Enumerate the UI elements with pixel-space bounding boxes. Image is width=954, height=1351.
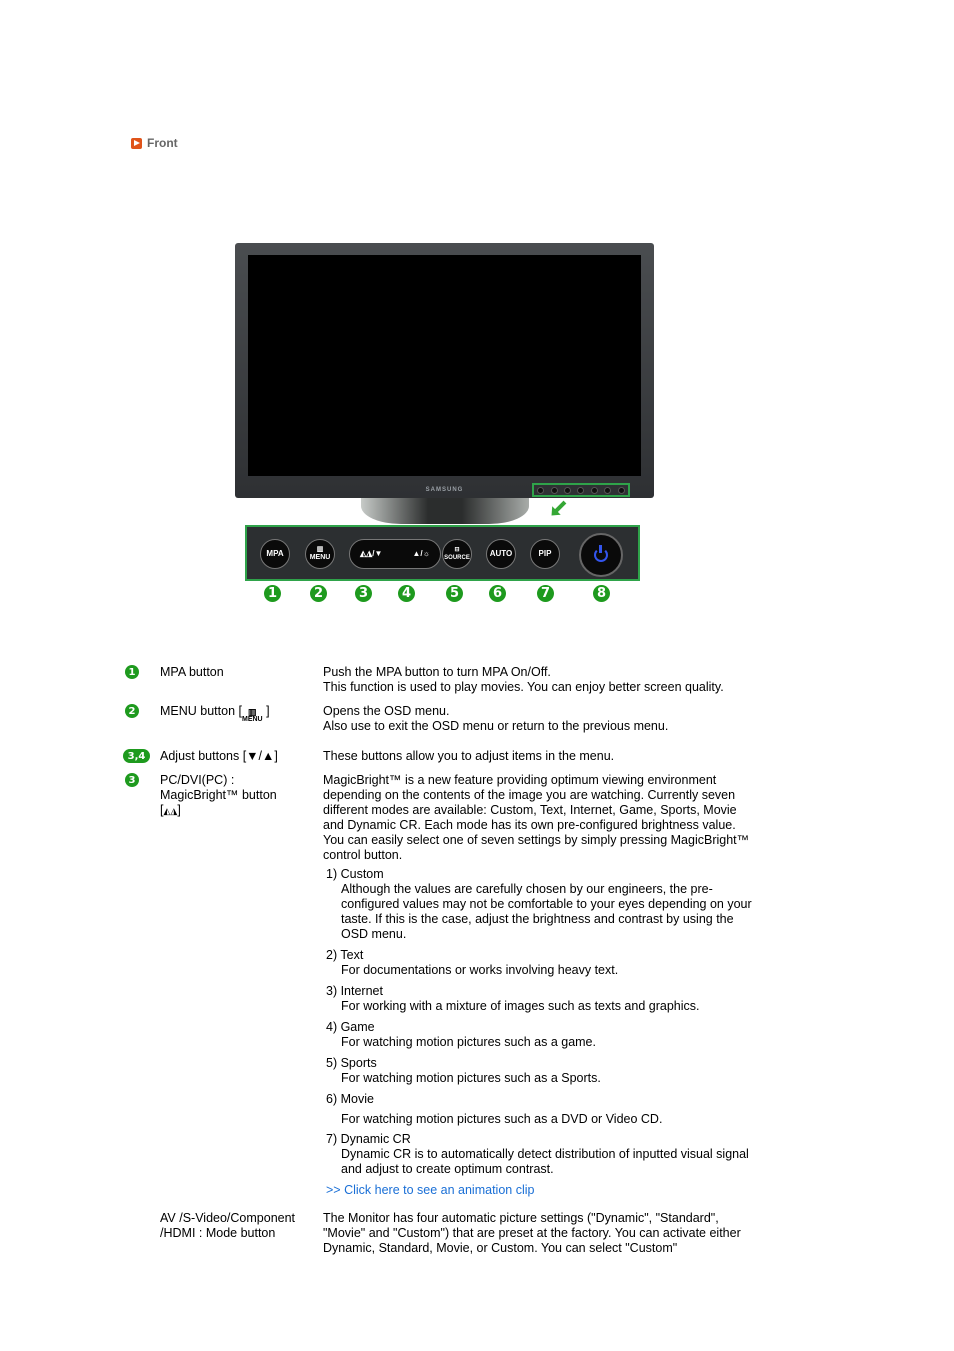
animation-clip-link[interactable]: >> Click here to see an animation clip <box>323 1183 758 1198</box>
mode-item: 5) Sports For watching motion pictures su… <box>326 1056 601 1085</box>
item-description: The Monitor has four automatic picture s… <box>323 1211 741 1255</box>
mode-item: 4) Game For watching motion pictures such… <box>326 1020 596 1049</box>
power-icon <box>594 545 608 562</box>
item-term: MPA button <box>160 665 224 679</box>
control-panel-closeup: MPA ▥ MENU ◭◮/▼ ▲/☼ ⊟ SOURCE AUTO PIP <box>245 525 640 581</box>
section-heading: Front <box>131 136 178 150</box>
adjust-button-image: ◭◮/▼ ▲/☼ <box>349 539 441 569</box>
item-description: MagicBright™ is a new feature providing … <box>323 773 758 1198</box>
menu-icon: ▥ MENU <box>241 707 263 724</box>
callout-number: 6 <box>489 585 506 602</box>
callout-number: 3 <box>355 585 372 602</box>
mode-item: 7) Dynamic CR Dynamic CR is to automatica… <box>326 1132 749 1176</box>
monitor-stand <box>361 498 529 524</box>
callout-number: 4 <box>398 585 415 602</box>
mode-item: 3) Internet For working with a mixture of… <box>326 984 700 1013</box>
zoom-arrow-icon <box>553 500 567 514</box>
callout-number: 5 <box>446 585 463 602</box>
menu-icon: ▥ <box>316 546 324 553</box>
up-brightness-icon: ▲/☼ <box>412 549 430 558</box>
auto-button-image: AUTO <box>486 539 516 569</box>
item-term: MENU button [▥ MENU ] <box>160 704 270 724</box>
play-arrow-icon <box>131 137 142 149</box>
magicbright-icon: ◭◮ <box>163 806 178 816</box>
power-button-image <box>579 533 623 577</box>
mode-item: 1) Custom Although the values are careful… <box>326 867 752 941</box>
number-badge: 1 <box>125 665 139 679</box>
callout-number: 7 <box>537 585 554 602</box>
mode-item: 6) Movie For watching motion pictures suc… <box>326 1092 663 1126</box>
number-badge: 3 <box>125 773 139 787</box>
item-description: Opens the OSD menu. Also use to exit the… <box>323 704 669 733</box>
magicbright-down-icon: ◭◮/▼ <box>360 549 383 558</box>
item-description: These buttons allow you to adjust items … <box>323 749 615 763</box>
callout-number: 2 <box>310 585 327 602</box>
monitor-front-image: SAMSUNG <box>235 243 654 498</box>
mode-item: 2) Text For documentations or works invol… <box>326 948 619 977</box>
section-title: Front <box>147 136 178 150</box>
monitor-screen <box>248 255 641 476</box>
item-term: PC/DVI(PC) : MagicBright™ button [◭◮] <box>160 773 277 817</box>
callout-number: 8 <box>593 585 610 602</box>
item-term: Adjust buttons [▼/▲] <box>160 749 278 763</box>
menu-button-image: ▥ MENU <box>305 539 335 569</box>
source-icon: ⊟ <box>454 547 460 553</box>
pip-button-image: PIP <box>530 539 560 569</box>
item-term: AV /S-Video/Component /HDMI : Mode butto… <box>160 1211 296 1240</box>
source-button-image: ⊟ SOURCE <box>442 539 472 569</box>
number-badge: 3,4 <box>123 749 150 763</box>
callout-number: 1 <box>264 585 281 602</box>
mpa-button-image: MPA <box>260 539 290 569</box>
control-strip-highlight <box>532 483 630 497</box>
item-description: Push the MPA button to turn MPA On/Off. … <box>323 665 724 694</box>
number-badge: 2 <box>125 704 139 718</box>
